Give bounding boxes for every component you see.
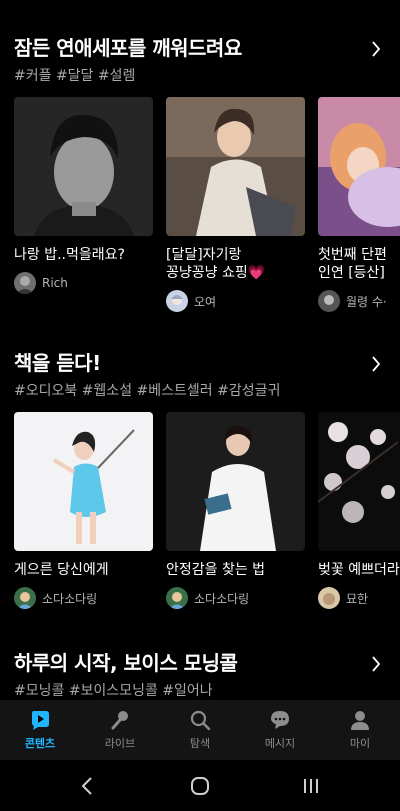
section-morning-call: 하루의 시작, 보이스 모닝콜 #모닝콜 #보이스모닝콜 #일어나: [0, 648, 400, 700]
author-name: Rich: [42, 276, 68, 290]
avatar: [166, 290, 188, 312]
back-icon[interactable]: [72, 774, 102, 798]
card-author[interactable]: 묘한: [318, 587, 400, 609]
chevron-right-icon[interactable]: [368, 354, 384, 374]
chevron-right-icon[interactable]: [368, 39, 384, 59]
content-card[interactable]: 나랑 밥..먹을래요? Rich: [14, 97, 153, 294]
section-title: 책을 듣다!: [14, 351, 101, 375]
recents-icon[interactable]: [296, 774, 326, 798]
person-icon: [349, 709, 371, 731]
contents-icon: [29, 709, 51, 731]
avatar: [318, 587, 340, 609]
card-author[interactable]: 오여: [166, 290, 305, 312]
author-name: 소다소다링: [42, 591, 98, 606]
tab-live[interactable]: 라이브: [80, 700, 160, 760]
tab-label: 콘텐츠: [24, 737, 56, 750]
search-icon: [189, 709, 211, 731]
card-author[interactable]: 소다소다링: [166, 587, 305, 609]
avatar: [166, 587, 188, 609]
mic-icon: [109, 709, 131, 731]
system-navigation-bar: [0, 760, 400, 811]
section-header[interactable]: 책을 듣다!: [0, 348, 400, 380]
tab-label: 메시지: [264, 737, 296, 750]
card-thumbnail[interactable]: [318, 412, 400, 551]
avatar: [14, 587, 36, 609]
section-tags: #모닝콜 #보이스모닝콜 #일어나: [14, 683, 213, 699]
content-card[interactable]: [달달]자기랑 꽁냥꽁냥 쇼핑💗 오여: [166, 97, 305, 312]
card-author[interactable]: Rich: [14, 272, 153, 294]
card-thumbnail[interactable]: [166, 412, 305, 551]
tab-my[interactable]: 마이: [320, 700, 400, 760]
section-header[interactable]: 하루의 시작, 보이스 모닝콜: [0, 648, 400, 680]
card-author[interactable]: 소다소다링: [14, 587, 153, 609]
section-header[interactable]: 잠든 연애세포를 깨워드려요: [0, 33, 400, 65]
card-thumbnail[interactable]: [14, 97, 153, 236]
section-audiobook: 책을 듣다! #오디오북 #웹소설 #베스트셀러 #감성글귀 게으른 당신에게 …: [0, 348, 400, 648]
bottom-tab-bar: 콘텐츠 라이브 탐색 메시지 마이: [0, 700, 400, 760]
message-icon: [269, 709, 291, 731]
card-title: [달달]자기랑 꽁냥꽁냥 쇼핑💗: [166, 247, 266, 281]
section-tags: #커플 #달달 #설렘: [14, 68, 136, 84]
card-title: 벚꽃 예쁘더라: [318, 562, 400, 578]
author-name: 소다소다링: [194, 591, 250, 606]
section-tags: #오디오북 #웹소설 #베스트셀러 #감성글귀: [14, 383, 281, 399]
home-icon[interactable]: [185, 774, 215, 798]
card-title: 나랑 밥..먹을래요?: [14, 247, 125, 263]
card-author[interactable]: 월령 수·: [318, 290, 400, 312]
card-thumbnail[interactable]: [318, 97, 400, 236]
tab-contents[interactable]: 콘텐츠: [0, 700, 80, 760]
card-title: 게으른 당신에게: [14, 562, 109, 578]
section-title: 하루의 시작, 보이스 모닝콜: [14, 651, 238, 675]
tab-label: 마이: [349, 737, 371, 750]
chevron-right-icon[interactable]: [368, 654, 384, 674]
author-name: 묘한: [346, 591, 369, 606]
content-card[interactable]: 첫번째 단편 인연 [등산] 월령 수·: [318, 97, 400, 312]
author-name: 오여: [194, 294, 217, 309]
avatar: [318, 290, 340, 312]
content-card[interactable]: 안정감을 찾는 법 소다소다링: [166, 412, 305, 609]
card-title: 안정감을 찾는 법: [166, 562, 266, 578]
card-title: 첫번째 단편 인연 [등산]: [318, 247, 387, 281]
avatar: [14, 272, 36, 294]
card-carousel[interactable]: 게으른 당신에게 소다소다링 안정감을 찾는 법 소다소다링 벚꽃 예쁘더라 묘…: [14, 412, 400, 652]
tab-label: 라이브: [104, 737, 136, 750]
card-carousel[interactable]: 나랑 밥..먹을래요? Rich [달달]자기랑 꽁냥꽁냥 쇼핑💗 오여 첫번째…: [14, 97, 400, 337]
tab-label: 탐색: [189, 737, 211, 750]
content-card[interactable]: 게으른 당신에게 소다소다링: [14, 412, 153, 609]
content-card[interactable]: 벚꽃 예쁘더라 묘한: [318, 412, 400, 609]
card-thumbnail[interactable]: [166, 97, 305, 236]
section-title: 잠든 연애세포를 깨워드려요: [14, 36, 242, 60]
section-romance: 잠든 연애세포를 깨워드려요 #커플 #달달 #설렘 나랑 밥..먹을래요? R…: [0, 33, 400, 333]
tab-messages[interactable]: 메시지: [240, 700, 320, 760]
tab-explore[interactable]: 탐색: [160, 700, 240, 760]
author-name: 월령 수·: [346, 294, 387, 309]
card-thumbnail[interactable]: [14, 412, 153, 551]
